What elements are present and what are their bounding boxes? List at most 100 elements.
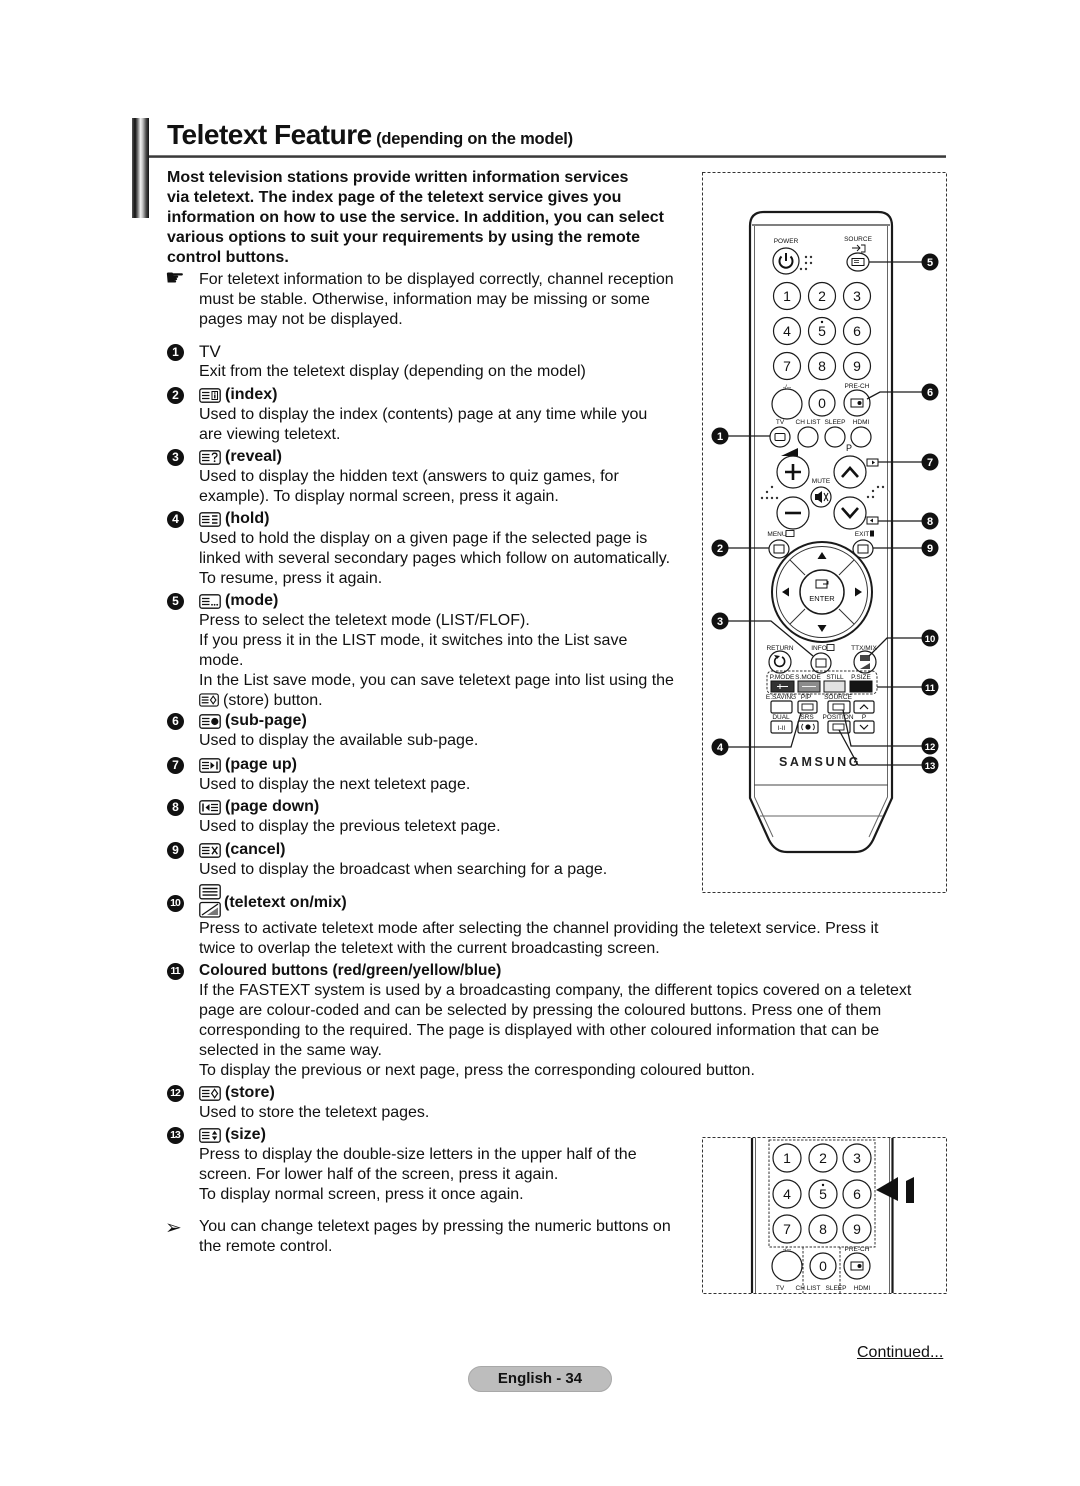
svg-text:4: 4 xyxy=(783,323,791,339)
svg-text:CH LIST: CH LIST xyxy=(796,1285,821,1292)
svg-text:ENTER: ENTER xyxy=(809,594,835,603)
number-badge: 8 xyxy=(167,798,184,816)
item-title-text: (page down) xyxy=(225,798,320,815)
intro-line: Most television stations provide written… xyxy=(167,169,629,186)
pointer-arrow-icon xyxy=(876,1177,914,1203)
item-description-line: twice to overlap the teletext with the c… xyxy=(199,940,660,957)
svg-text:MUTE: MUTE xyxy=(812,478,831,485)
svg-text:P: P xyxy=(862,714,866,721)
item-hold: 4 (hold) Used to hold the display on a g… xyxy=(167,509,670,589)
svg-text:1: 1 xyxy=(783,1150,791,1166)
svg-text:2: 2 xyxy=(717,543,723,555)
svg-text:SOURCE: SOURCE xyxy=(844,236,872,243)
number-button-3: 3 xyxy=(842,1143,872,1173)
item-title-text: (index) xyxy=(225,386,278,403)
number-button-0: 0 xyxy=(809,1252,837,1280)
tip-line: You can change teletext pages by pressin… xyxy=(199,1218,671,1235)
item-page-down: 8 (page down) Used to display the previo… xyxy=(167,797,501,837)
volume-down-button xyxy=(776,496,810,530)
svg-text:TV: TV xyxy=(776,419,785,426)
item-description-line: Used to display the previous teletext pa… xyxy=(199,818,501,835)
item-mode: 5 (mode) Press to select the teletext mo… xyxy=(167,591,674,711)
e-saving-button xyxy=(770,700,793,714)
svg-text:POSITION: POSITION xyxy=(822,714,853,721)
svg-text:SRS: SRS xyxy=(800,714,814,721)
item-description-line: selected in the same way. xyxy=(199,1042,382,1059)
item-reveal: 3 (reveal) Used to display the hidden te… xyxy=(167,447,619,507)
note-line: must be stable. Otherwise, information m… xyxy=(199,291,650,308)
note-line: For teletext information to be displayed… xyxy=(199,271,674,288)
number-button-9: 9 xyxy=(842,1214,872,1244)
intro-line: information on how to use the service. I… xyxy=(167,209,664,226)
channel-up-button xyxy=(833,455,867,489)
number-badge: 4 xyxy=(167,510,184,528)
enter-button: ENTER xyxy=(799,569,845,615)
number-badge: 5 xyxy=(167,592,184,610)
teletext-size-icon xyxy=(199,1127,221,1143)
number-badge: 3 xyxy=(167,448,184,466)
svg-text:3: 3 xyxy=(717,616,723,628)
item-description-line: Used to display the available sub-page. xyxy=(199,732,479,749)
manual-page: Teletext Feature (depending on the model… xyxy=(0,0,1080,1486)
brand-logo: SAMSUNG xyxy=(779,755,861,769)
item-title-text: (cancel) xyxy=(225,841,286,858)
menu-button xyxy=(768,539,790,559)
number-button-1: 1 xyxy=(772,1143,802,1173)
item-title: (sub-page) xyxy=(199,711,478,731)
page-number-badge: English - 34 xyxy=(468,1366,612,1392)
number-badge: 10 xyxy=(167,894,184,912)
volume-up-button xyxy=(776,455,810,489)
svg-text:POWER: POWER xyxy=(774,238,799,245)
item-description-line: Used to hold the display on a given page… xyxy=(199,530,648,547)
number-button-9: 9 xyxy=(842,351,872,381)
item-description-line: corresponding to the required. The page … xyxy=(199,1022,880,1039)
number-badge: 13 xyxy=(167,1126,184,1144)
teletext-sub-page-icon xyxy=(199,713,221,729)
dash-button: -/-- xyxy=(771,1246,803,1282)
remote-control-illustration: POWER SOURCE 1 2 3 4 5 6 7 8 9 -/-- 0 PR… xyxy=(702,172,947,893)
note-line: pages may not be displayed. xyxy=(199,311,403,328)
navigation-pad: ENTER xyxy=(771,541,873,643)
svg-text:TV: TV xyxy=(776,1285,785,1292)
item-title: (reveal) xyxy=(199,447,619,467)
note: ☛ For teletext information to be display… xyxy=(165,267,674,330)
item-title: (mode) xyxy=(199,591,674,611)
svg-text:6: 6 xyxy=(853,323,861,339)
item-description-line: screen. For lower half of the screen, pr… xyxy=(199,1166,559,1183)
item-teletext-on-mix: 10 (teletext on/mix) Press to activate t… xyxy=(167,884,878,959)
number-badge: 2 xyxy=(167,386,184,404)
number-badge: 1 xyxy=(167,343,184,361)
number-badge: 7 xyxy=(167,756,184,774)
item-description-line: Used to display the next teletext page. xyxy=(199,776,471,793)
item-title-text: Coloured buttons (red/green/yellow/blue) xyxy=(199,962,502,979)
number-keypad-detail: 1 2 3 4 5 6 7 8 9 -/-- 0 PRE-CH TV CH LI… xyxy=(771,1143,872,1292)
svg-text:HDMI: HDMI xyxy=(854,1285,871,1292)
item-description-line: To display the previous or next page, pr… xyxy=(199,1062,755,1079)
item-page-up: 7 (page up) Used to display the next tel… xyxy=(167,755,470,795)
item-title-text: (teletext on/mix) xyxy=(224,894,347,911)
svg-text:6: 6 xyxy=(853,1186,861,1202)
sleep-button xyxy=(824,426,846,448)
svg-text:4: 4 xyxy=(717,742,724,754)
number-button-8: 8 xyxy=(808,1214,838,1244)
number-badge: 6 xyxy=(167,712,184,730)
item-description-line: page are colour-coded and can be selecte… xyxy=(199,1002,882,1019)
return-info-ttx-row: RETURN INFO TTX/MIX xyxy=(766,644,877,674)
svg-text:MENU: MENU xyxy=(767,531,786,538)
svg-text:7: 7 xyxy=(783,358,791,374)
teletext-hold-icon xyxy=(199,511,221,527)
item-description-line: Exit from the teletext display (dependin… xyxy=(199,363,586,380)
item-index: 2 (index) Used to display the index (con… xyxy=(167,385,647,445)
intro-line: various options to suit your requirement… xyxy=(167,229,640,246)
svg-text:7: 7 xyxy=(783,1221,791,1237)
tip: ➢ You can change teletext pages by press… xyxy=(165,1215,671,1257)
item-description-line: Press to display the double-size letters… xyxy=(199,1146,637,1163)
svg-text:PIP: PIP xyxy=(801,694,811,701)
number-button-7: 7 xyxy=(772,1214,802,1244)
svg-text:8: 8 xyxy=(818,358,826,374)
teletext-store-icon xyxy=(199,1085,221,1101)
svg-text:5: 5 xyxy=(927,257,933,269)
number-button-5: 5 xyxy=(807,316,837,346)
item-description-line: (store) button. xyxy=(199,691,674,711)
svg-text:I-II: I-II xyxy=(778,725,786,732)
